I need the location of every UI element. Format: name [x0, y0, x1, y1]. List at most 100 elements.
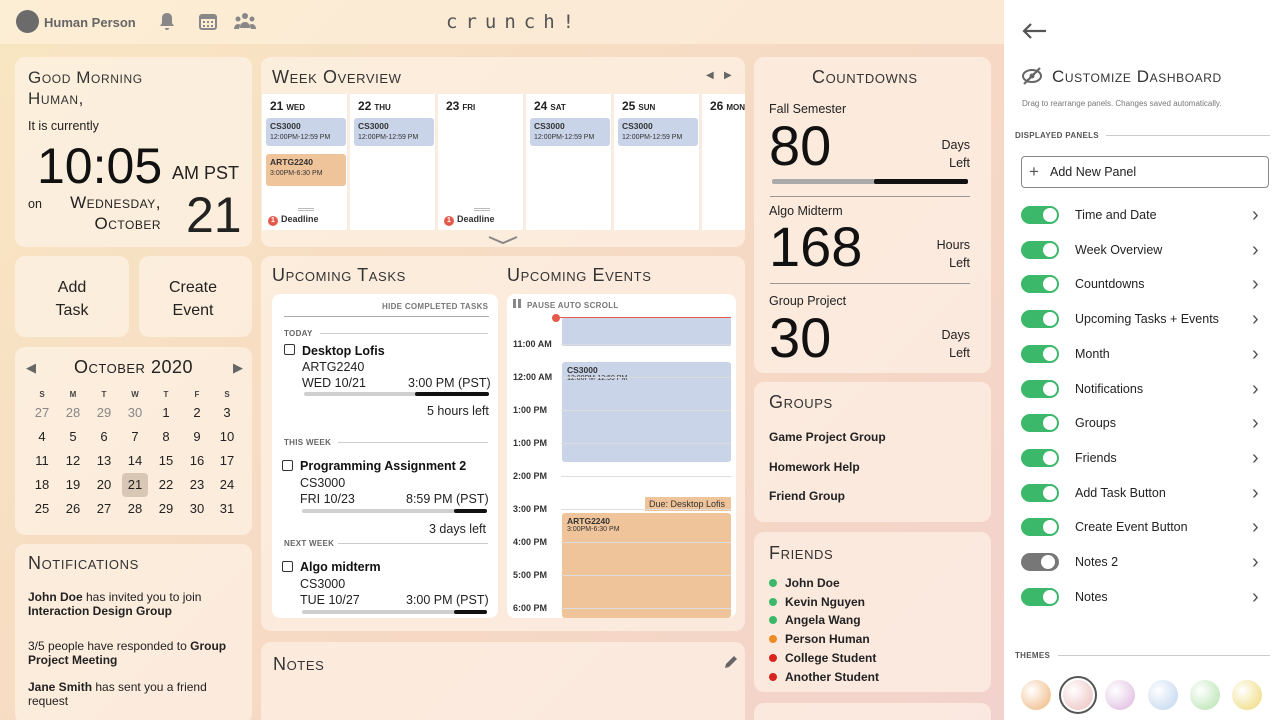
friend-item[interactable]: College Student: [769, 651, 876, 665]
pause-icon[interactable]: [513, 299, 521, 308]
calendar-day[interactable]: 14: [122, 449, 148, 473]
calendar-day[interactable]: 23: [184, 473, 210, 497]
calendar-day[interactable]: 29: [153, 497, 179, 521]
event-block[interactable]: CS3000 12:00PM-12:59 PM: [618, 118, 698, 146]
panel-label[interactable]: Time and Date: [1075, 208, 1157, 222]
event-block[interactable]: CS3000 12:00PM-12:59 PM: [266, 118, 346, 146]
bell-icon[interactable]: [158, 12, 176, 37]
deadline-tag[interactable]: 1 Deadline: [268, 214, 319, 226]
calendar-day[interactable]: 25: [29, 497, 55, 521]
calendar-day[interactable]: 27: [91, 497, 117, 521]
calendar-day[interactable]: 24: [214, 473, 240, 497]
avatar[interactable]: [16, 10, 39, 33]
calendar-day[interactable]: 22: [153, 473, 179, 497]
chevron-right-icon[interactable]: ›: [1252, 204, 1259, 227]
calendar-day[interactable]: 28: [60, 401, 86, 425]
calendar-icon[interactable]: [199, 12, 217, 35]
calendar-day[interactable]: 7: [122, 425, 148, 449]
panel-toggle[interactable]: [1021, 379, 1059, 398]
panel-toggle[interactable]: [1021, 483, 1059, 502]
notification-item[interactable]: Jane Smith has sent you a friend request: [28, 680, 228, 708]
pause-auto-scroll-button[interactable]: PAUSE AUTO SCROLL: [527, 301, 619, 310]
task-checkbox[interactable]: [284, 344, 295, 355]
panel-toggle[interactable]: [1021, 587, 1059, 606]
panel-toggle[interactable]: [1021, 275, 1059, 294]
friend-item[interactable]: John Doe: [769, 576, 840, 590]
next-month-icon[interactable]: ▶: [233, 360, 243, 376]
panel-label[interactable]: Groups: [1075, 416, 1116, 430]
theme-swatch[interactable]: [1063, 680, 1094, 710]
theme-swatch[interactable]: [1021, 680, 1051, 710]
calendar-day[interactable]: 12: [60, 449, 86, 473]
panel-toggle[interactable]: [1021, 553, 1059, 571]
panel-toggle[interactable]: [1021, 344, 1059, 363]
calendar-day[interactable]: 28: [122, 497, 148, 521]
panel-label[interactable]: Notes: [1075, 590, 1108, 604]
panel-toggle[interactable]: [1021, 518, 1059, 537]
calendar-day[interactable]: 13: [91, 449, 117, 473]
calendar-day[interactable]: 11: [29, 449, 55, 473]
chevron-right-icon[interactable]: ›: [1252, 343, 1259, 366]
theme-swatch[interactable]: [1232, 680, 1262, 710]
chevron-right-icon[interactable]: ›: [1252, 551, 1259, 574]
calendar-day[interactable]: 10: [214, 425, 240, 449]
panel-label[interactable]: Week Overview: [1075, 243, 1162, 257]
task-name[interactable]: Algo midterm: [300, 560, 381, 574]
panel-label[interactable]: Countdowns: [1075, 277, 1145, 291]
calendar-day[interactable]: 18: [29, 473, 55, 497]
group-item[interactable]: Homework Help: [769, 460, 860, 474]
week-day[interactable]: 23 FRI 1 Deadline: [438, 94, 524, 230]
task-checkbox[interactable]: [282, 561, 293, 572]
calendar-day[interactable]: 30: [184, 497, 210, 521]
chevron-right-icon[interactable]: ›: [1252, 482, 1259, 505]
calendar-day[interactable]: 21: [122, 473, 148, 497]
panel-toggle[interactable]: [1021, 448, 1059, 467]
calendar-day[interactable]: 3: [214, 401, 240, 425]
panel-toggle[interactable]: [1021, 240, 1059, 259]
event-block[interactable]: [562, 318, 731, 346]
back-arrow-icon[interactable]: [1021, 22, 1047, 45]
chevron-right-icon[interactable]: ›: [1252, 239, 1259, 262]
chevron-right-icon[interactable]: ›: [1252, 308, 1259, 331]
drag-handle[interactable]: [298, 208, 314, 211]
task-checkbox[interactable]: [282, 460, 293, 471]
notification-item[interactable]: John Doe has invited you to join Interac…: [28, 590, 238, 618]
friend-item[interactable]: Angela Wang: [769, 613, 861, 627]
event-block[interactable]: ARTG2240 3:00PM-6:30 PM: [562, 513, 731, 618]
panel-label[interactable]: Notifications: [1075, 382, 1143, 396]
calendar-day[interactable]: 16: [184, 449, 210, 473]
calendar-day[interactable]: 20: [91, 473, 117, 497]
event-block[interactable]: ARTG2240 3:00PM-6:30 PM: [266, 154, 346, 186]
group-item[interactable]: Game Project Group: [769, 430, 886, 444]
panel-toggle[interactable]: [1021, 414, 1059, 433]
week-day[interactable]: 22 THU CS3000 12:00PM-12:59 PM: [350, 94, 436, 230]
calendar-day[interactable]: 26: [60, 497, 86, 521]
edit-pencil-icon[interactable]: [724, 655, 738, 674]
calendar-day[interactable]: 4: [29, 425, 55, 449]
calendar-day[interactable]: 30: [122, 401, 148, 425]
drag-handle[interactable]: [474, 208, 490, 211]
panel-toggle[interactable]: [1021, 310, 1059, 329]
expand-chevron-icon[interactable]: [487, 232, 519, 250]
calendar-day[interactable]: 8: [153, 425, 179, 449]
theme-swatch[interactable]: [1189, 680, 1220, 710]
panel-label[interactable]: Friends: [1075, 451, 1117, 465]
chevron-right-icon[interactable]: ›: [1252, 273, 1259, 296]
panel-toggle[interactable]: [1021, 206, 1059, 224]
chevron-right-icon[interactable]: ›: [1252, 412, 1259, 435]
calendar-day[interactable]: 2: [184, 401, 210, 425]
event-block[interactable]: CS3000 12:00PM-12:59 PM: [530, 118, 610, 146]
task-name[interactable]: Desktop Lofis: [302, 344, 385, 358]
calendar-day[interactable]: 17: [214, 449, 240, 473]
week-day[interactable]: 21 WED CS3000 12:00PM-12:59 PM ARTG2240 3:0…: [262, 94, 348, 230]
group-icon[interactable]: [234, 12, 256, 35]
friend-item[interactable]: Kevin Nguyen: [769, 595, 865, 609]
user-name[interactable]: Human Person: [44, 15, 136, 30]
calendar-day[interactable]: 15: [153, 449, 179, 473]
task-name[interactable]: Programming Assignment 2: [300, 459, 466, 473]
calendar-day[interactable]: 19: [60, 473, 86, 497]
deadline-tag[interactable]: 1 Deadline: [444, 214, 495, 226]
week-day[interactable]: 24 SAT CS3000 12:00PM-12:59 PM: [526, 94, 612, 230]
calendar-day[interactable]: 27: [29, 401, 55, 425]
chevron-right-icon[interactable]: ›: [1252, 586, 1259, 609]
